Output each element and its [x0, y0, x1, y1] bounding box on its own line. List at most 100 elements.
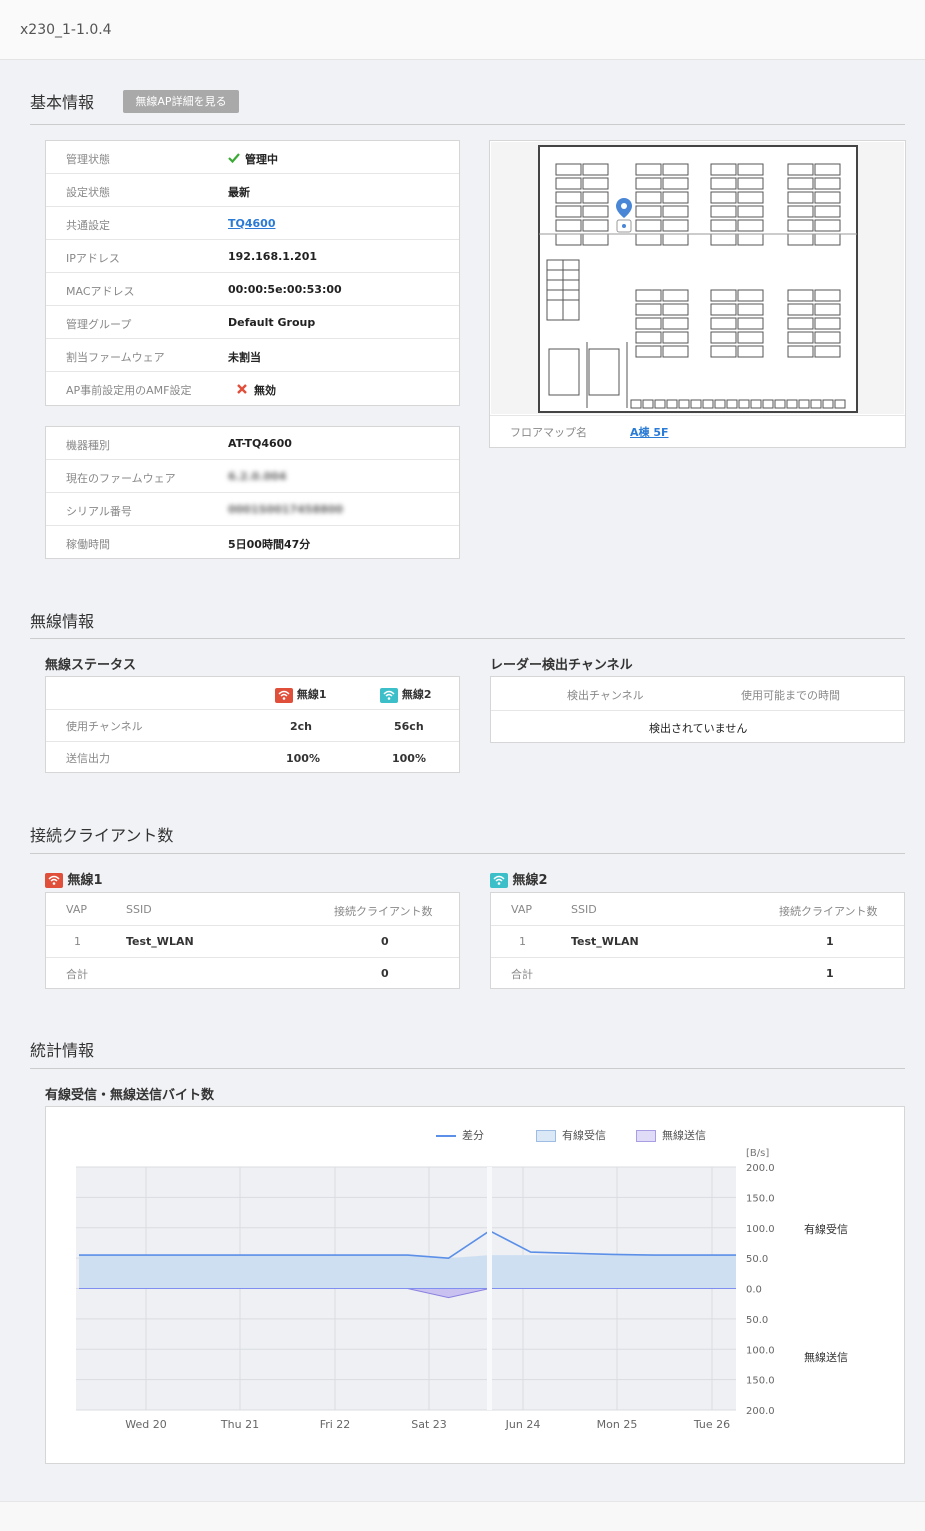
clients-radio1-table: VAP SSID 接続クライアント数 1 Test_WLAN 0 合計 0 [45, 892, 460, 989]
total-label: 合計 [66, 968, 88, 981]
info-label: 管理グループ [66, 318, 132, 331]
data-gap [487, 1167, 492, 1410]
info-label: AP事前設定用のAMF設定 [66, 384, 192, 397]
x-tick-label: Jun 24 [505, 1418, 541, 1431]
info-value: 5日00時間47分 [228, 538, 311, 551]
info-label: シリアル番号 [66, 505, 132, 518]
legend-tx-label: 無線送信 [662, 1129, 706, 1142]
radio2-header: 無線2 [401, 688, 432, 701]
x-tick-label: Tue 26 [693, 1418, 730, 1431]
col-ssid: SSID [126, 903, 152, 916]
x-tick-label: Thu 21 [220, 1418, 259, 1431]
y-tick-label: 0.0 [746, 1285, 762, 1296]
col-vap: VAP [511, 903, 532, 916]
info-value: 無効 [254, 384, 276, 397]
y-tick-label: 200.0 [746, 1406, 775, 1417]
y-tick-label: 100.0 [746, 1224, 775, 1235]
info-label: 機器種別 [66, 439, 110, 452]
y-tick-label: 100.0 [746, 1345, 775, 1356]
y-tick-label: 50.0 [746, 1315, 768, 1326]
radio1-tx-power: 100% [286, 752, 320, 765]
clients-radio2-table: VAP SSID 接続クライアント数 1 Test_WLAN 1 合計 1 [490, 892, 905, 989]
radar-col-channel: 検出チャンネル [567, 689, 644, 702]
divider [30, 124, 905, 125]
info-value: 管理中 [245, 153, 278, 166]
info-value: AT-TQ4600 [228, 437, 292, 450]
stats-chart-panel: 差分 有線受信 無線送信 [B/s] 有線受信 無線送信 Wed 20 Thu 2… [45, 1106, 905, 1464]
channel-label: 使用チャンネル [66, 720, 143, 733]
vap-value: 1 [519, 935, 526, 948]
radio2-channel: 56ch [394, 720, 424, 733]
basic-info-table-2: 機器種別 AT-TQ4600 現在のファームウェア 6.2.0.004 シリアル番号 00… [45, 426, 460, 559]
wifi-icon [45, 873, 63, 888]
wifi-icon [380, 687, 398, 703]
wireless-status-title: 無線ステータス [45, 658, 137, 673]
info-row: 割当ファームウェア 未割当 [46, 339, 459, 372]
client-count-value: 0 [381, 935, 389, 948]
ssid-value: Test_WLAN [571, 935, 639, 948]
info-row: シリアル番号 0001S0017458800 [46, 493, 459, 526]
wifi-icon [490, 873, 508, 888]
radio1-header: 無線1 [296, 688, 327, 701]
clients-radio1-title: 無線1 [67, 873, 103, 888]
divider [30, 1068, 905, 1069]
check-icon [228, 153, 240, 164]
floor-map-link[interactable]: A棟 5F [630, 424, 669, 440]
info-row: 管理グループ Default Group [46, 306, 459, 339]
legend-diff[interactable]: 差分 [436, 1127, 484, 1143]
side-label-rx: 有線受信 [804, 1223, 848, 1236]
wifi-icon [275, 687, 293, 703]
total-value: 1 [826, 967, 834, 980]
legend-line-swatch [436, 1135, 456, 1137]
tx-power-label: 送信出力 [66, 752, 110, 765]
info-label: 稼働時間 [66, 538, 110, 551]
section-title-clients: 接続クライアント数 [30, 826, 174, 845]
radio1-channel: 2ch [290, 720, 313, 733]
chart-title: 有線受信・無線送信バイト数 [45, 1088, 215, 1103]
side-label-tx: 無線送信 [804, 1351, 848, 1364]
info-row: AP事前設定用のAMF設定 無効 [46, 372, 459, 405]
y-tick-label: 50.0 [746, 1254, 768, 1265]
y-tick-label: 200.0 [746, 1163, 775, 1174]
divider [30, 853, 905, 854]
x-tick-label: Sat 23 [411, 1418, 447, 1431]
radar-col-time: 使用可能までの時間 [741, 689, 840, 702]
col-vap: VAP [66, 903, 87, 916]
info-row: IPアドレス 192.168.1.201 [46, 240, 459, 273]
legend-rx-swatch [536, 1130, 556, 1142]
rx-area [79, 1255, 736, 1289]
info-row: MACアドレス 00:00:5e:00:53:00 [46, 273, 459, 306]
col-ssid: SSID [571, 903, 597, 916]
info-value: 192.168.1.201 [228, 250, 318, 263]
radar-table: 検出チャンネル 使用可能までの時間 検出されていません [490, 676, 905, 743]
total-label: 合計 [511, 968, 533, 981]
view-ap-detail-button[interactable]: 無線AP詳細を見る [123, 90, 239, 113]
info-label: 現在のファームウェア [66, 472, 176, 485]
info-label: 共通設定 [66, 219, 110, 232]
floor-map-image[interactable] [491, 142, 904, 414]
app-title: x230_1-1.0.4 [20, 22, 112, 38]
radio2-tx-power: 100% [392, 752, 426, 765]
top-bar: x230_1-1.0.4 [0, 0, 925, 60]
legend-tx[interactable]: 無線送信 [636, 1127, 706, 1143]
info-value: 0001S0017458800 [228, 503, 344, 516]
info-row: 機器種別 AT-TQ4600 [46, 427, 459, 460]
section-title-stats: 統計情報 [30, 1041, 95, 1060]
total-value: 0 [381, 967, 389, 980]
info-value: 最新 [228, 186, 250, 199]
info-value: 6.2.0.004 [228, 470, 287, 483]
common-setting-link[interactable]: TQ4600 [228, 217, 275, 230]
clients-radio2-title: 無線2 [512, 873, 548, 888]
info-value: 未割当 [228, 351, 261, 364]
x-tick-label: Wed 20 [125, 1418, 166, 1431]
info-row: 稼働時間 5日00時間47分 [46, 526, 459, 559]
legend-diff-label: 差分 [462, 1129, 484, 1142]
legend-rx[interactable]: 有線受信 [536, 1127, 606, 1143]
bottom-bar [0, 1501, 925, 1531]
y-tick-label: 150.0 [746, 1376, 775, 1387]
client-count-value: 1 [826, 935, 834, 948]
info-label: 管理状態 [66, 153, 110, 166]
floor-map-panel: フロアマップ名 A棟 5F [489, 140, 906, 448]
x-tick-label: Mon 25 [597, 1418, 638, 1431]
stats-chart[interactable]: Wed 20 Thu 21 Fri 22 Sat 23 Jun 24 Mon 25 Tue … [46, 1162, 806, 1452]
